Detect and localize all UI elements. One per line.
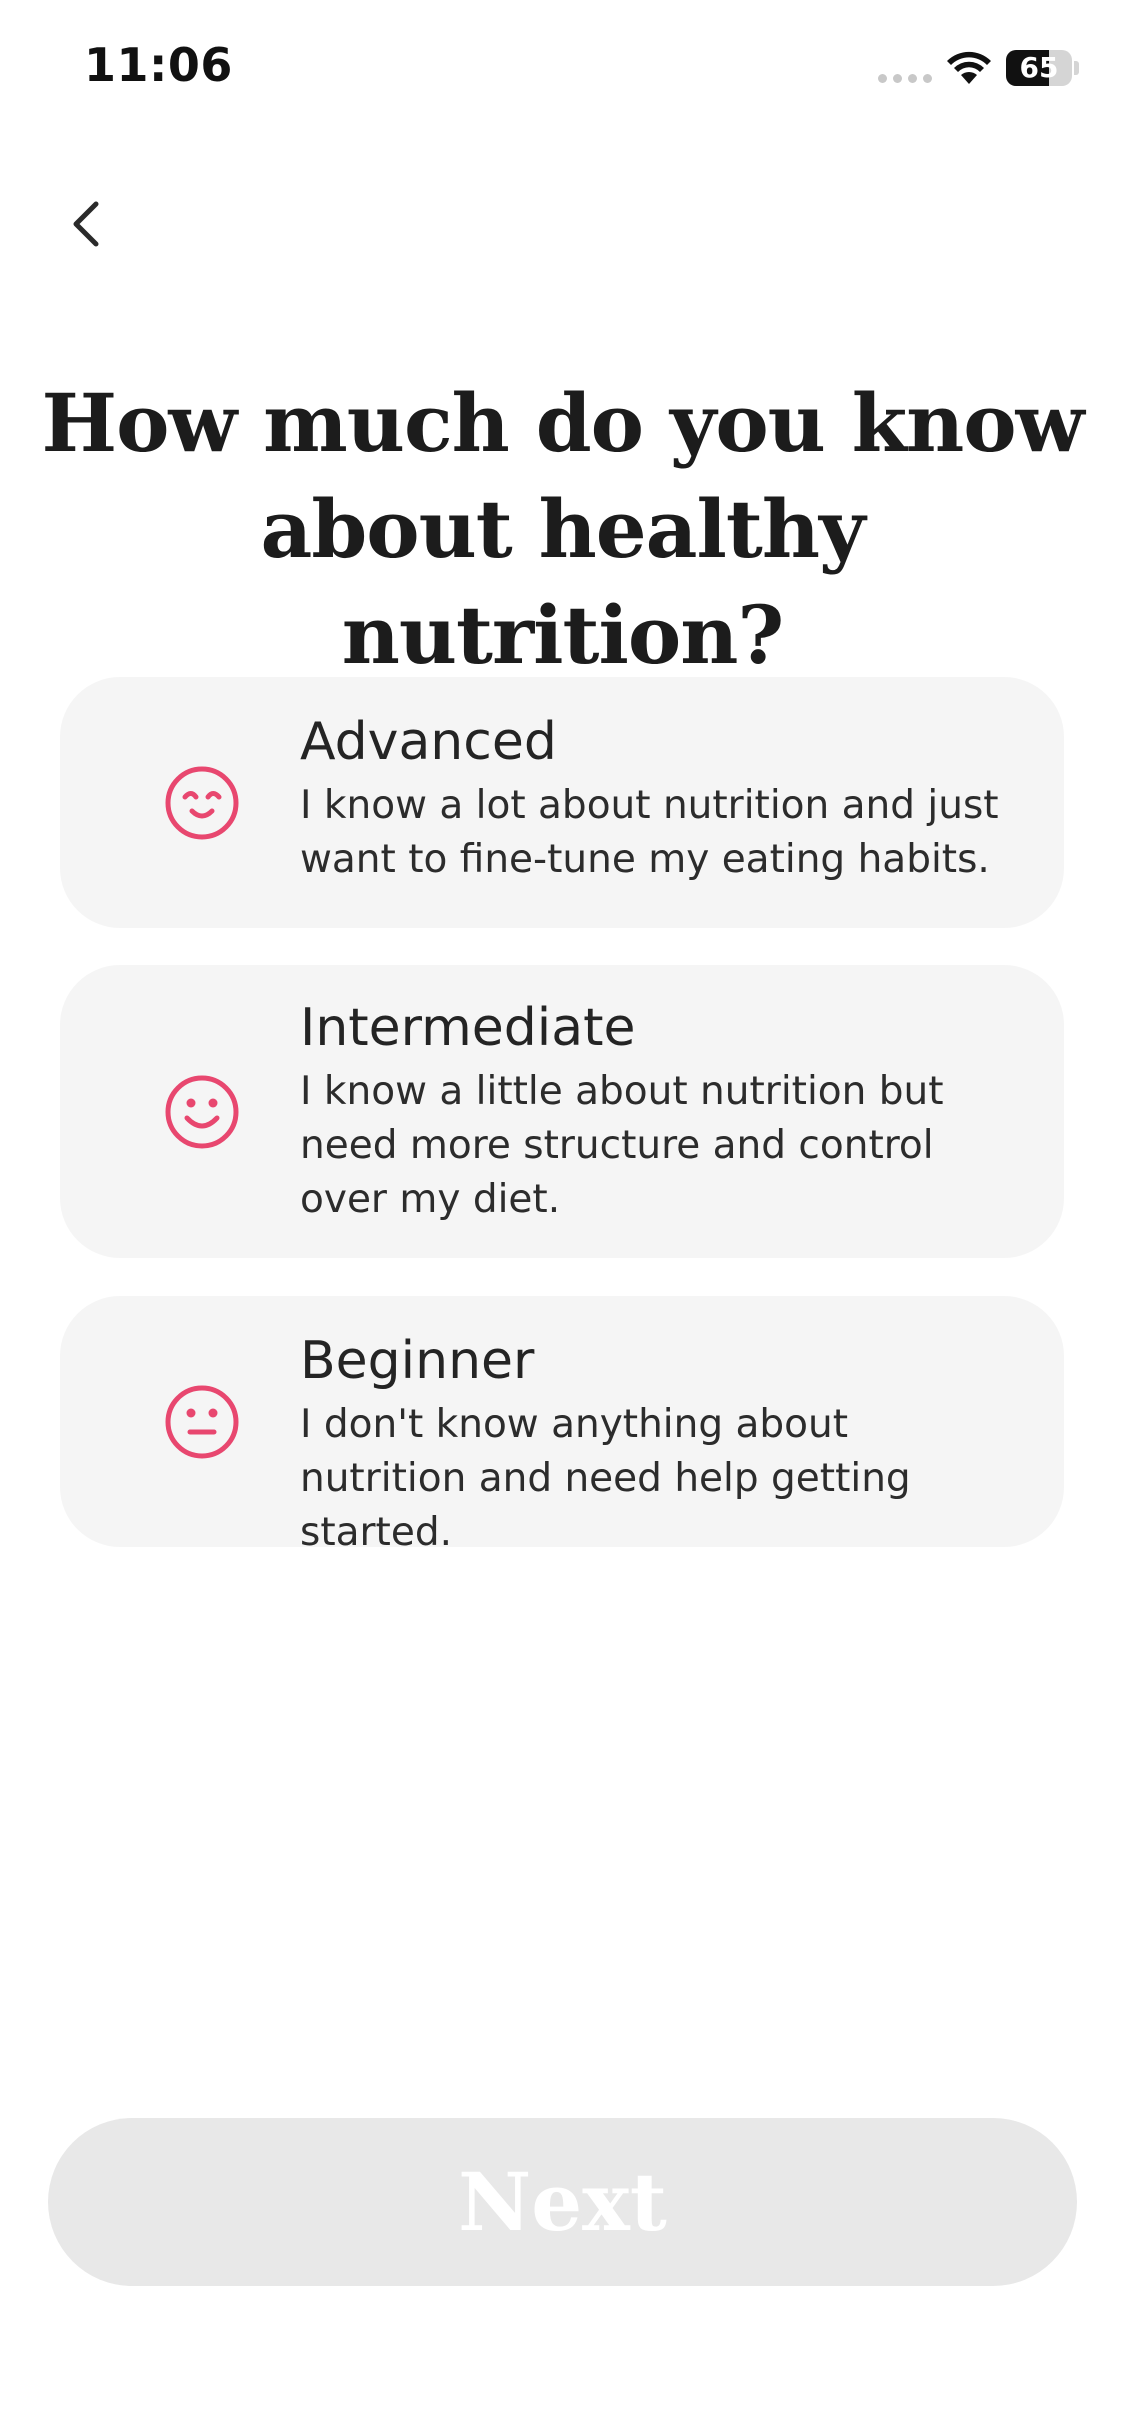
option-advanced[interactable]: Advanced I know a lot about nutrition an… bbox=[60, 677, 1064, 928]
back-button[interactable] bbox=[52, 190, 120, 258]
option-intermediate[interactable]: Intermediate I know a little about nutri… bbox=[60, 965, 1064, 1258]
status-time: 11:06 bbox=[84, 38, 233, 92]
option-description: I don't know anything about nutrition an… bbox=[300, 1402, 911, 1555]
option-text: Beginner I don't know anything about nut… bbox=[300, 1328, 1024, 1560]
cellular-signal-icon bbox=[878, 74, 932, 83]
option-beginner[interactable]: Beginner I don't know anything about nut… bbox=[60, 1296, 1064, 1555]
neutral-face-icon bbox=[165, 1385, 239, 1459]
option-label: Advanced bbox=[300, 712, 557, 772]
battery-tip bbox=[1074, 61, 1079, 75]
option-description: I know a lot about nutrition and just wa… bbox=[300, 783, 999, 882]
wifi-icon bbox=[947, 51, 991, 84]
option-text: Advanced I know a lot about nutrition an… bbox=[300, 709, 1024, 887]
battery-icon: 65 bbox=[1006, 50, 1072, 86]
smiling-face-closed-eyes-icon bbox=[165, 766, 239, 840]
option-text: Intermediate I know a little about nutri… bbox=[300, 995, 1024, 1227]
option-label: Beginner bbox=[300, 1331, 535, 1391]
chevron-left-icon bbox=[73, 201, 99, 247]
option-label: Intermediate bbox=[300, 998, 636, 1058]
status-bar: 11:06 65 bbox=[0, 0, 1125, 140]
page-title: How much do you know about healthy nutri… bbox=[41, 376, 1084, 682]
option-description: I know a little about nutrition but need… bbox=[300, 1069, 944, 1222]
next-button[interactable]: Next bbox=[48, 2118, 1077, 2286]
smiling-face-icon bbox=[165, 1075, 239, 1149]
battery-percent: 65 bbox=[1019, 51, 1059, 84]
